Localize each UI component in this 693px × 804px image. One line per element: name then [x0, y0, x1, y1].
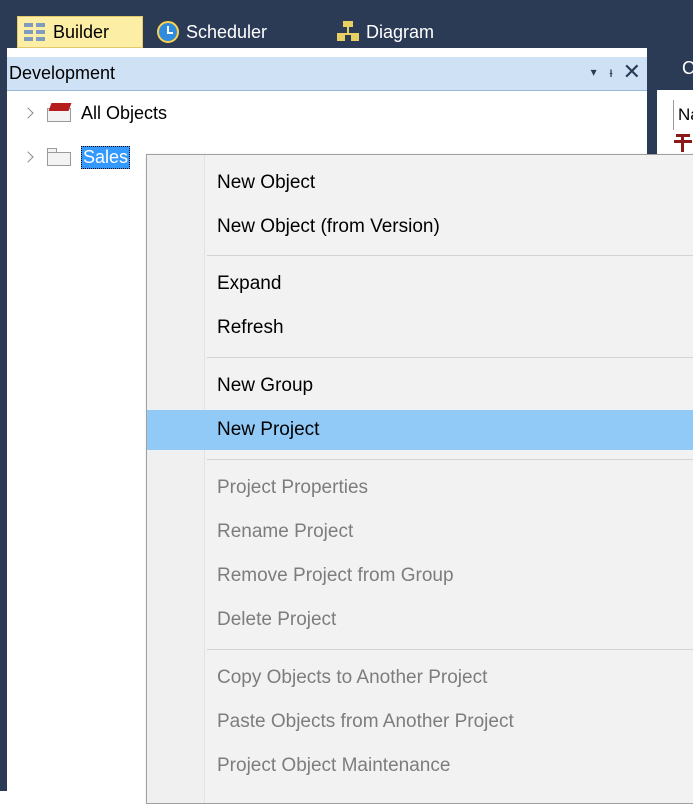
context-menu: New Object New Object (from Version) Exp…: [146, 154, 693, 804]
grid-icon: [24, 21, 46, 43]
tree-item-sales[interactable]: Sales: [7, 142, 131, 172]
red-folder-icon: [47, 103, 73, 122]
chevron-down-icon[interactable]: ▾: [591, 65, 597, 79]
column-header-name[interactable]: Na: [673, 100, 693, 130]
diagram-icon: [337, 21, 359, 43]
right-panel-header: C: [657, 48, 693, 90]
window-frame: [0, 0, 7, 791]
menu-item-project-object-maintenance[interactable]: Project Object Maintenance: [147, 746, 693, 786]
menu-item-paste-objects[interactable]: Paste Objects from Another Project: [147, 702, 693, 742]
menu-item-new-object-from-version[interactable]: New Object (from Version): [147, 207, 693, 247]
right-panel-title: C: [682, 58, 693, 78]
table-icon: [674, 134, 692, 152]
tree-item-all-objects[interactable]: All Objects: [7, 98, 167, 128]
document-tab-strip: Builder Scheduler Diagram: [7, 0, 693, 48]
tab-scheduler-label: Scheduler: [186, 21, 268, 42]
menu-item-project-properties[interactable]: Project Properties: [147, 468, 693, 508]
menu-separator: [207, 357, 693, 358]
menu-item-new-group[interactable]: New Group: [147, 366, 693, 406]
menu-separator: [207, 459, 693, 460]
panel-header: Development ▾ ᵻ ✕: [7, 57, 647, 91]
menu-item-rename-project[interactable]: Rename Project: [147, 512, 693, 552]
tree-item-label: Sales: [81, 145, 131, 169]
chevron-right-icon[interactable]: [23, 151, 35, 163]
panel-controls: ▾ ᵻ ✕: [591, 61, 641, 83]
menu-item-delete-project[interactable]: Delete Project: [147, 600, 693, 640]
tree-item-label: All Objects: [81, 102, 168, 123]
pin-icon[interactable]: ᵻ: [607, 64, 612, 80]
menu-item-new-object[interactable]: New Object: [147, 163, 693, 203]
menu-item-remove-project-from-group[interactable]: Remove Project from Group: [147, 556, 693, 596]
close-icon[interactable]: ✕: [623, 61, 641, 83]
menu-item-new-project[interactable]: New Project: [147, 410, 693, 450]
chevron-right-icon[interactable]: [23, 107, 35, 119]
tab-builder[interactable]: Builder: [17, 16, 143, 48]
menu-separator: [207, 255, 693, 256]
menu-item-expand[interactable]: Expand: [147, 264, 693, 304]
menu-item-copy-objects[interactable]: Copy Objects to Another Project: [147, 658, 693, 698]
menu-separator: [207, 649, 693, 650]
menu-item-refresh[interactable]: Refresh: [147, 308, 693, 348]
panel-title: Development: [9, 63, 116, 83]
tab-scheduler[interactable]: Scheduler: [155, 16, 307, 48]
tab-diagram-label: Diagram: [366, 21, 435, 42]
clock-icon: [157, 21, 179, 43]
tab-builder-label: Builder: [53, 21, 110, 42]
tab-diagram[interactable]: Diagram: [337, 16, 487, 48]
folder-icon: [47, 148, 73, 166]
